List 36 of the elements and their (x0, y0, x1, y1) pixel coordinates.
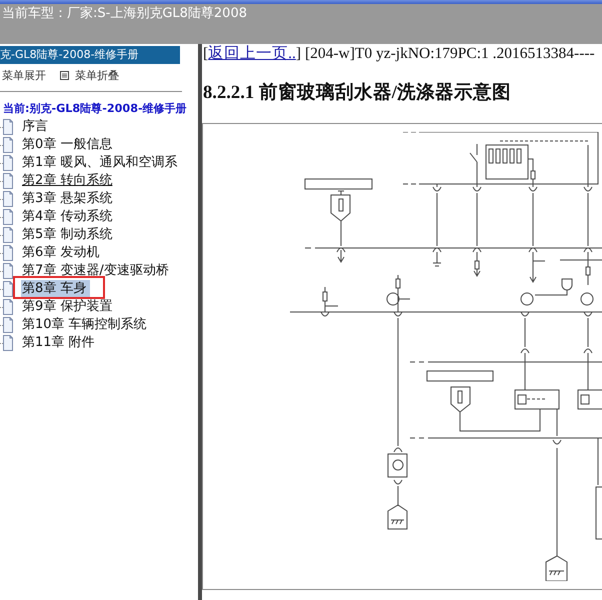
tree-item[interactable]: 第1章 暖风、通风和空调系 (21, 154, 178, 172)
tree-item[interactable]: 第6章 发动机 (21, 244, 100, 262)
vehicle-label: 当前车型： (2, 6, 67, 22)
page-icon (0, 245, 13, 261)
tree-item[interactable]: 第5章 制动系统 (21, 226, 114, 244)
page-icon (0, 155, 13, 171)
page-icon (0, 335, 13, 351)
back-link[interactable]: 返回上一页.. (208, 45, 296, 62)
tree-item[interactable]: 序言 (21, 118, 49, 136)
tree-item[interactable]: 第2章 转向系统 (21, 172, 114, 190)
tree-item[interactable]: 第0章 一般信息 (21, 136, 114, 154)
tree-item[interactable]: 第8章 车身 (21, 280, 90, 298)
section-heading: 8.2.2.1 前窗玻璃刮水器/洗涤器示意图 (203, 81, 511, 105)
page-icon (0, 281, 13, 297)
tree-item[interactable]: 第11章 附件 (21, 334, 96, 352)
page-icon (0, 209, 13, 225)
toolbar-link[interactable]: 菜单展开 (2, 68, 46, 82)
list-icon (60, 70, 69, 80)
vehicle-name: 厂家:S-上海别克GL8陆尊2008 (67, 6, 247, 22)
page-icon (0, 299, 13, 315)
page-icon (0, 317, 13, 333)
tree-item[interactable]: 第3章 悬架系统 (21, 190, 114, 208)
page-icon (0, 263, 13, 279)
page-icon (0, 191, 13, 207)
page-info-line: [返回上一页..] [204-w]T0 yz-jkNO:179PC:1 .2016513384---- (202, 44, 595, 62)
tree-item[interactable]: 第7章 变速器/变速驱动桥 (21, 262, 170, 280)
toolbar-link[interactable]: 菜单折叠 (60, 68, 119, 82)
tree-item[interactable]: 第4章 传动系统 (21, 208, 114, 226)
page-icon (0, 119, 13, 135)
tree-item[interactable]: 第10章 车辆控制系统 (21, 316, 148, 334)
page-icon (0, 227, 13, 243)
tree-item[interactable]: 第9章 保护装置 (21, 298, 114, 316)
current-manual-label: 当前:别克-GL8陆尊-2008-维修手册 (2, 102, 187, 116)
page-icon (0, 137, 13, 153)
sidebar-title: 克-GL8陆尊-2008-维修手册 (0, 46, 180, 64)
page-icon (0, 173, 13, 189)
